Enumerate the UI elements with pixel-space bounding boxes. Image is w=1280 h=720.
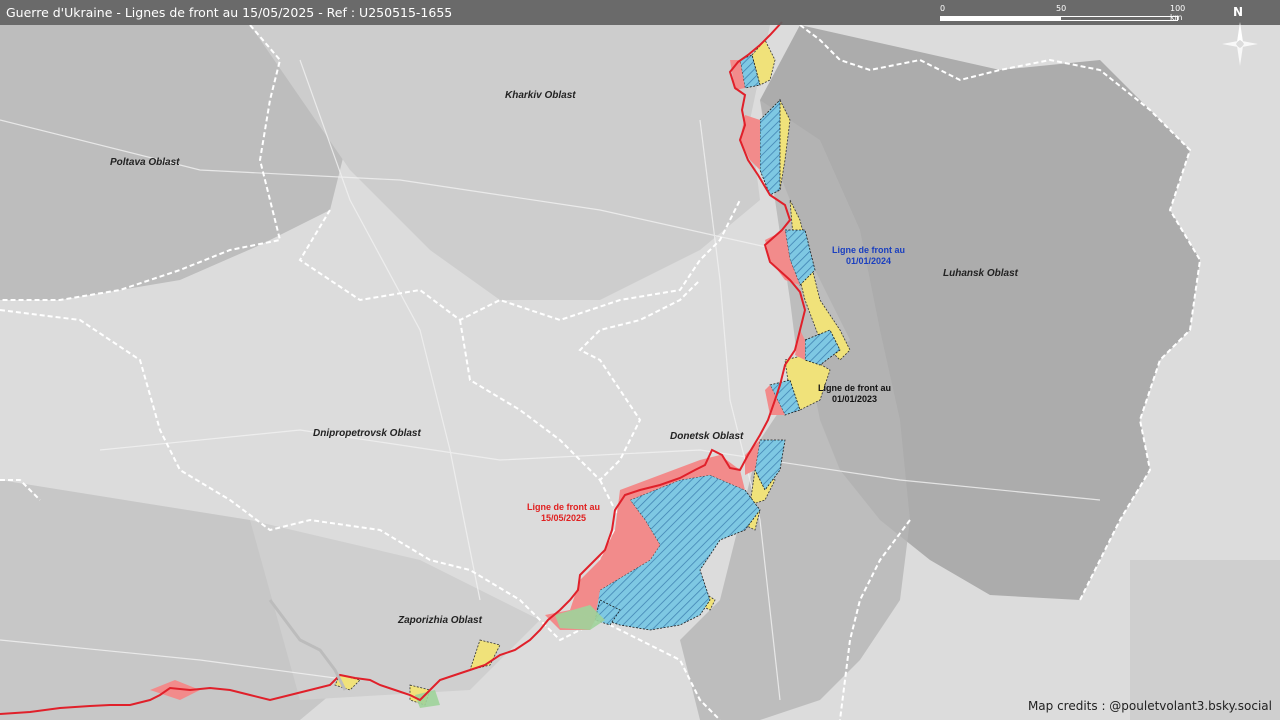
front-label-2025: Ligne de front au 15/05/2025 bbox=[527, 502, 600, 523]
oblast-label-dnipropetrovsk: Dnipropetrovsk Oblast bbox=[313, 428, 421, 439]
map-canvas bbox=[0, 0, 1280, 720]
front-label-2023: Ligne de front au 01/01/2023 bbox=[818, 383, 891, 404]
scale-label-50: 50 bbox=[1056, 4, 1067, 13]
map-title: Guerre d'Ukraine - Lignes de front au 15… bbox=[6, 5, 453, 20]
oblast-label-donetsk: Donetsk Oblast bbox=[670, 431, 744, 442]
oblast-label-kharkiv: Kharkiv Oblast bbox=[505, 90, 576, 101]
scale-label-0: 0 bbox=[940, 4, 946, 13]
oblast-label-luhansk: Luhansk Oblast bbox=[943, 268, 1019, 279]
oblast-label-poltava: Poltava Oblast bbox=[110, 157, 180, 168]
north-arrow: N bbox=[1233, 5, 1243, 19]
north-label: N bbox=[1233, 5, 1244, 19]
scale-bar: 0 50 100 km bbox=[940, 4, 1185, 22]
scale-segment-empty bbox=[1060, 16, 1178, 21]
front-label-2024: Ligne de front au 01/01/2024 bbox=[832, 245, 905, 266]
map-credits: Map credits : @pouletvolant3.bsky.social bbox=[1027, 699, 1272, 713]
oblast-label-zaporizhia: Zaporizhia Oblast bbox=[398, 615, 482, 626]
scale-segment-white bbox=[940, 16, 1060, 21]
compass-rose-icon bbox=[1222, 22, 1258, 66]
east-lowland bbox=[1130, 560, 1280, 720]
